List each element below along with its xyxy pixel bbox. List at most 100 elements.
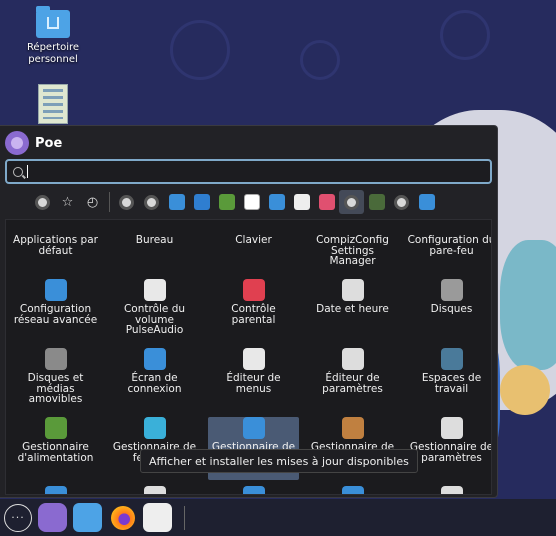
app-tile[interactable] <box>406 486 491 494</box>
category-item[interactable] <box>389 190 414 214</box>
app-label: Contrôle du volume PulseAudio <box>123 303 186 336</box>
workspaces-icon <box>440 348 463 370</box>
app-label: Configuration réseau avancée <box>13 303 98 326</box>
category-item[interactable] <box>189 190 214 214</box>
search-icon <box>13 166 23 177</box>
gamepad-icon <box>293 194 310 210</box>
user-header[interactable]: Poe <box>5 130 62 156</box>
search-input[interactable] <box>32 164 472 179</box>
category-settings[interactable] <box>30 190 55 214</box>
dconf-editor-icon <box>341 348 364 370</box>
app-tile[interactable] <box>109 486 200 494</box>
app-icon-c <box>242 486 265 494</box>
network-config-icon <box>44 279 67 301</box>
settings-category-icon <box>35 194 50 210</box>
app-tile[interactable] <box>307 486 398 494</box>
app-label: Gestionnaire d'alimentation <box>17 441 94 464</box>
app-tile[interactable] <box>208 486 299 494</box>
science-icon <box>218 194 235 210</box>
category-item[interactable] <box>414 190 439 214</box>
app-tile[interactable]: Éditeur de menus <box>208 348 299 411</box>
app-tile[interactable]: Écran de connexion <box>109 348 200 411</box>
category-item[interactable] <box>264 190 289 214</box>
app-tile[interactable]: Clavier <box>208 220 299 273</box>
app-label: Gestionnaire de paramètres <box>409 441 492 464</box>
disks-icon <box>440 279 463 301</box>
gear-icon <box>394 194 409 210</box>
menu-editor-icon <box>242 348 265 370</box>
desktop-icon-label: Répertoire personnel <box>26 42 80 65</box>
app-tile[interactable]: Gestionnaire de paramètres <box>406 417 492 480</box>
files-folder-icon[interactable] <box>73 503 102 532</box>
removable-media-icon <box>44 348 67 370</box>
category-bar: ☆ ◴ <box>30 190 439 214</box>
app-label: Applications par défaut <box>13 234 98 257</box>
category-item[interactable] <box>364 190 389 214</box>
system-monitor-icon[interactable] <box>143 503 172 532</box>
package-manager-icon <box>341 417 364 439</box>
app-label: Éditeur de menus <box>226 372 281 395</box>
favorites-star-icon: ☆ <box>61 194 74 210</box>
text-caret <box>27 165 28 178</box>
network-icon <box>418 194 435 210</box>
gear-icon <box>144 194 159 210</box>
apps-grid-icon[interactable]: ··· <box>4 503 32 532</box>
document-icon <box>168 194 185 210</box>
app-label: Espaces de travail <box>421 372 482 395</box>
power-manager-icon <box>44 417 67 439</box>
app-label: Clavier <box>235 234 272 246</box>
firefox-icon[interactable] <box>108 503 137 532</box>
login-screen-icon <box>143 348 166 370</box>
category-item[interactable] <box>139 190 164 214</box>
app-tile[interactable]: Bureau <box>109 220 200 273</box>
app-tile[interactable]: Contrôle du volume PulseAudio <box>109 279 200 342</box>
app-tile[interactable]: Configuration réseau avancée <box>10 279 101 342</box>
app-label: CompizConfig Settings Manager <box>316 234 389 267</box>
app-tile[interactable]: CompizConfig Settings Manager <box>307 220 398 273</box>
app-label: Bureau <box>135 234 174 246</box>
app-label: Contrôle parental <box>231 303 276 326</box>
app-tile[interactable]: Disques <box>406 279 491 342</box>
category-item[interactable] <box>289 190 314 214</box>
category-recent[interactable]: ◴ <box>80 190 105 214</box>
desktop-icon-home[interactable]: Répertoire personnel <box>5 6 101 66</box>
app-tile[interactable]: Configuration du pare-feu <box>406 220 492 273</box>
category-item[interactable] <box>239 190 264 214</box>
app-tile[interactable]: Gestionnaire d'alimentation <box>10 417 101 480</box>
home-folder-icon <box>36 6 70 38</box>
app-tile[interactable]: Date et heure <box>307 279 398 342</box>
category-item[interactable] <box>164 190 189 214</box>
settings-manager-icon <box>440 417 463 439</box>
app-tile[interactable] <box>10 486 101 494</box>
checklist-icon <box>243 194 260 210</box>
app-label: Écran de connexion <box>127 372 182 395</box>
application-menu: Poe ☆ ◴ Applications par défaut Bureau Cla… <box>0 125 498 498</box>
app-tile[interactable]: Applications par défaut <box>10 220 101 273</box>
taskbar: ··· <box>0 499 556 536</box>
tooltip: Afficher et installer les mises à jour d… <box>140 449 418 473</box>
app-store-icon <box>341 486 364 494</box>
user-name: Poe <box>35 135 63 151</box>
update-manager-icon <box>242 417 265 439</box>
app-label: Date et heure <box>316 303 389 315</box>
desktop-icon-spreadsheet[interactable] <box>5 84 101 128</box>
app-tile[interactable]: Contrôle parental <box>208 279 299 342</box>
app-tile[interactable]: Espaces de travail <box>406 348 491 411</box>
user-avatar-icon[interactable] <box>38 503 67 532</box>
category-item[interactable] <box>114 190 139 214</box>
parental-control-icon <box>242 279 265 301</box>
app-label: Disques et médias amovibles <box>27 372 84 405</box>
search-box[interactable] <box>5 159 492 184</box>
app-label: Disques <box>430 303 473 315</box>
app-tile[interactable]: Disques et médias amovibles <box>10 348 101 411</box>
music-icon <box>318 194 335 210</box>
app-tile[interactable]: Éditeur de paramètres <box>307 348 398 411</box>
window-manager-icon <box>143 417 166 439</box>
category-favorites[interactable]: ☆ <box>55 190 80 214</box>
app-label: Configuration du pare-feu <box>407 234 492 257</box>
category-item[interactable] <box>314 190 339 214</box>
taskbar-separator <box>184 505 185 530</box>
category-item-selected[interactable] <box>339 190 364 214</box>
clock-icon <box>341 279 364 301</box>
category-item[interactable] <box>214 190 239 214</box>
